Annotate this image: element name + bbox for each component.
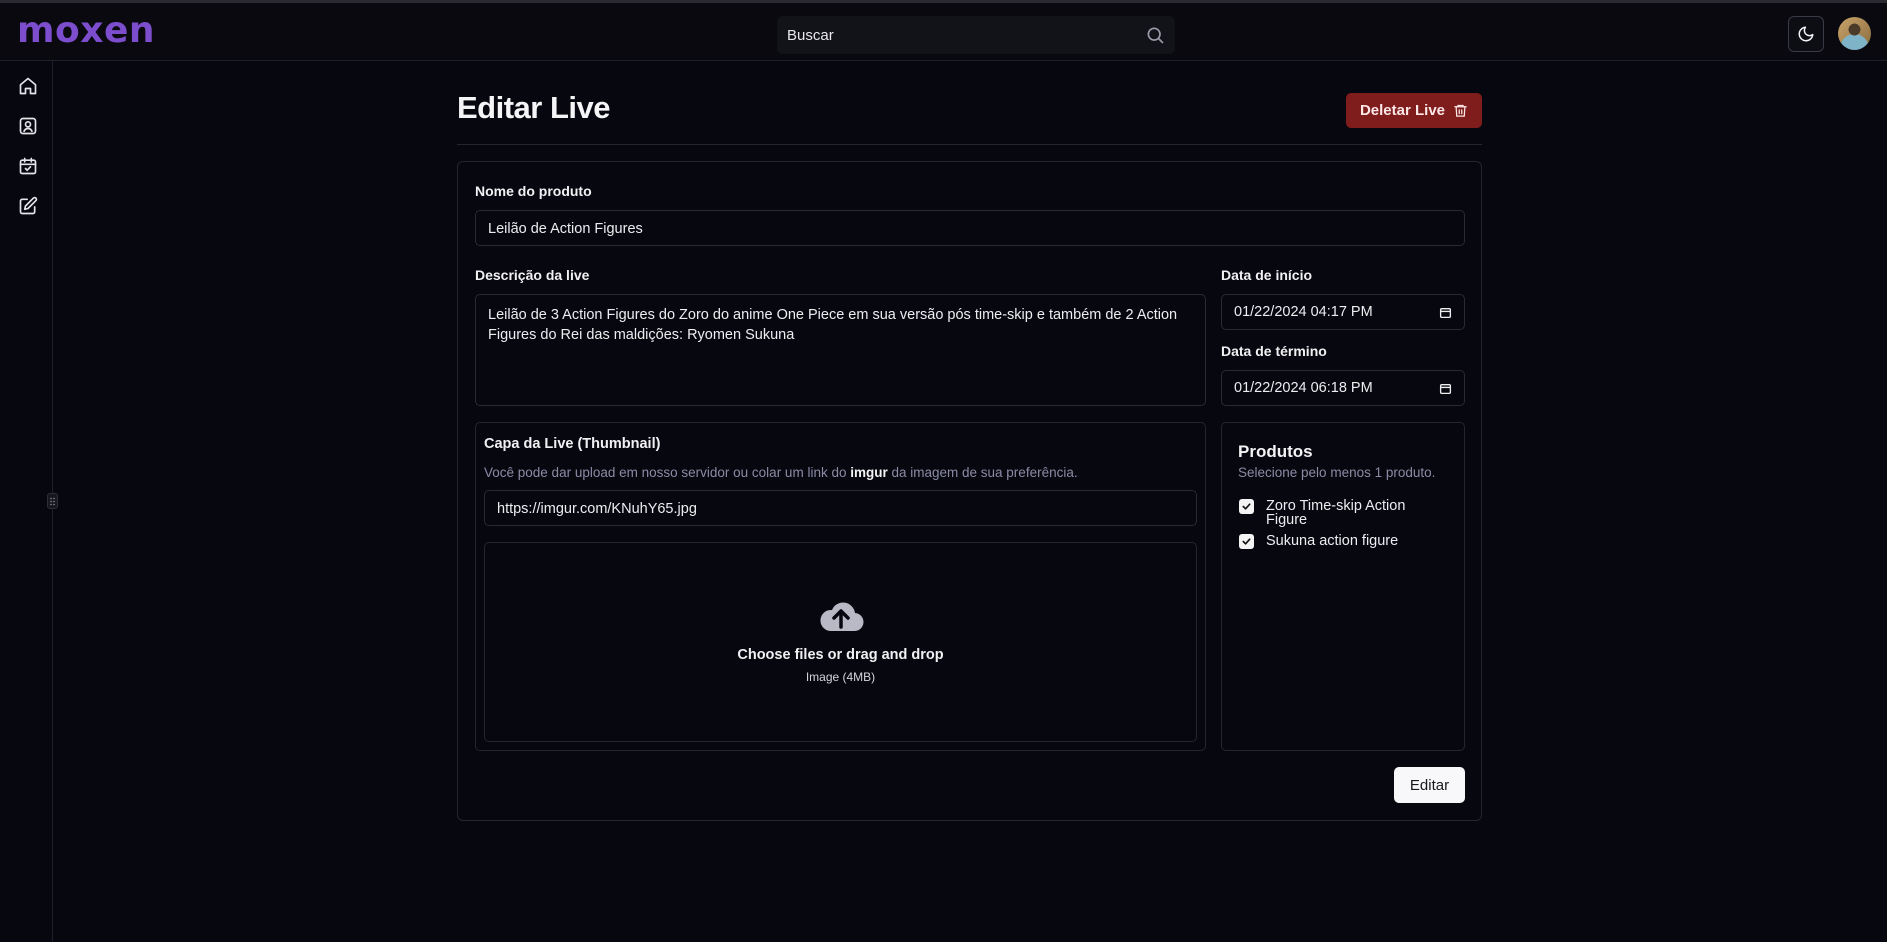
theme-toggle-button[interactable] — [1788, 16, 1824, 52]
end-date-label: Data de término — [1221, 343, 1327, 359]
product-checkbox[interactable] — [1239, 534, 1254, 549]
imgur-link[interactable]: imgur — [850, 465, 888, 480]
page-title: Editar Live — [457, 90, 611, 125]
description-textarea[interactable]: Leilão de 3 Action Figures do Zoro do an… — [475, 294, 1206, 406]
title-divider — [457, 144, 1482, 145]
calendar-check-icon[interactable] — [17, 155, 39, 177]
check-icon — [1242, 538, 1251, 545]
grip-icon — [50, 497, 55, 505]
sidebar-resize-handle[interactable] — [47, 493, 58, 509]
start-date-value: 01/22/2024 04:17 PM — [1234, 304, 1373, 320]
dropzone-subtitle: Image (4MB) — [805, 670, 876, 684]
end-date-value: 01/22/2024 06:18 PM — [1234, 380, 1373, 396]
avatar[interactable] — [1838, 17, 1871, 50]
thumbnail-help: Você pode dar upload em nosso servidor o… — [484, 465, 1078, 480]
home-icon[interactable] — [17, 75, 39, 97]
search-input[interactable]: Buscar — [787, 27, 834, 44]
product-label-line: Zoro Time-skip Action — [1266, 498, 1406, 514]
moon-icon — [1798, 26, 1814, 42]
thumbnail-label: Capa da Live (Thumbnail) — [484, 436, 661, 452]
product-label: Zoro Time-skip Action Figure — [1266, 498, 1406, 528]
user-square-icon[interactable] — [17, 115, 39, 137]
start-date-input[interactable]: 01/22/2024 04:17 PM — [1221, 294, 1465, 330]
thumbnail-url-input[interactable]: https://imgur.com/KNuhY65.jpg — [484, 490, 1197, 526]
cloud-upload-icon — [819, 602, 864, 632]
dropzone-title: Choose files or drag and drop — [737, 647, 944, 663]
start-date-label: Data de início — [1221, 267, 1313, 283]
search-bar[interactable]: Buscar — [777, 16, 1175, 54]
search-icon[interactable] — [1145, 25, 1165, 45]
product-label-line: Figure — [1266, 512, 1308, 528]
delete-live-button[interactable]: Deletar Live — [1346, 93, 1482, 128]
delete-live-label: Deletar Live — [1359, 102, 1446, 119]
app-logo[interactable]: moxen — [17, 11, 155, 51]
edit-square-icon[interactable] — [17, 195, 39, 217]
thumbnail-help-text-end: da imagem de sua preferência. — [887, 465, 1078, 480]
product-checkbox[interactable] — [1239, 499, 1254, 514]
trash-icon — [1454, 104, 1467, 117]
products-help: Selecione pelo menos 1 produto. — [1238, 465, 1436, 480]
file-dropzone[interactable]: Choose files or drag and drop Image (4MB… — [484, 542, 1197, 742]
product-item[interactable]: Zoro Time-skip Action Figure — [1239, 499, 1405, 527]
product-name-input[interactable]: Leilão de Action Figures — [475, 210, 1465, 246]
calendar-icon[interactable] — [1439, 306, 1452, 319]
end-date-input[interactable]: 01/22/2024 06:18 PM — [1221, 370, 1465, 406]
thumbnail-help-text: Você pode dar upload em nosso servidor o… — [484, 465, 851, 480]
calendar-icon[interactable] — [1439, 382, 1452, 395]
check-icon — [1242, 503, 1251, 510]
name-label: Nome do produto — [475, 183, 592, 199]
description-label: Descrição da live — [475, 267, 590, 283]
product-item[interactable]: Sukuna action figure — [1239, 534, 1398, 549]
submit-edit-button[interactable]: Editar — [1394, 767, 1465, 803]
top-bar: moxen Buscar — [0, 0, 1887, 61]
product-label: Sukuna action figure — [1266, 533, 1399, 549]
products-title: Produtos — [1238, 442, 1313, 461]
sidebar — [0, 61, 53, 942]
